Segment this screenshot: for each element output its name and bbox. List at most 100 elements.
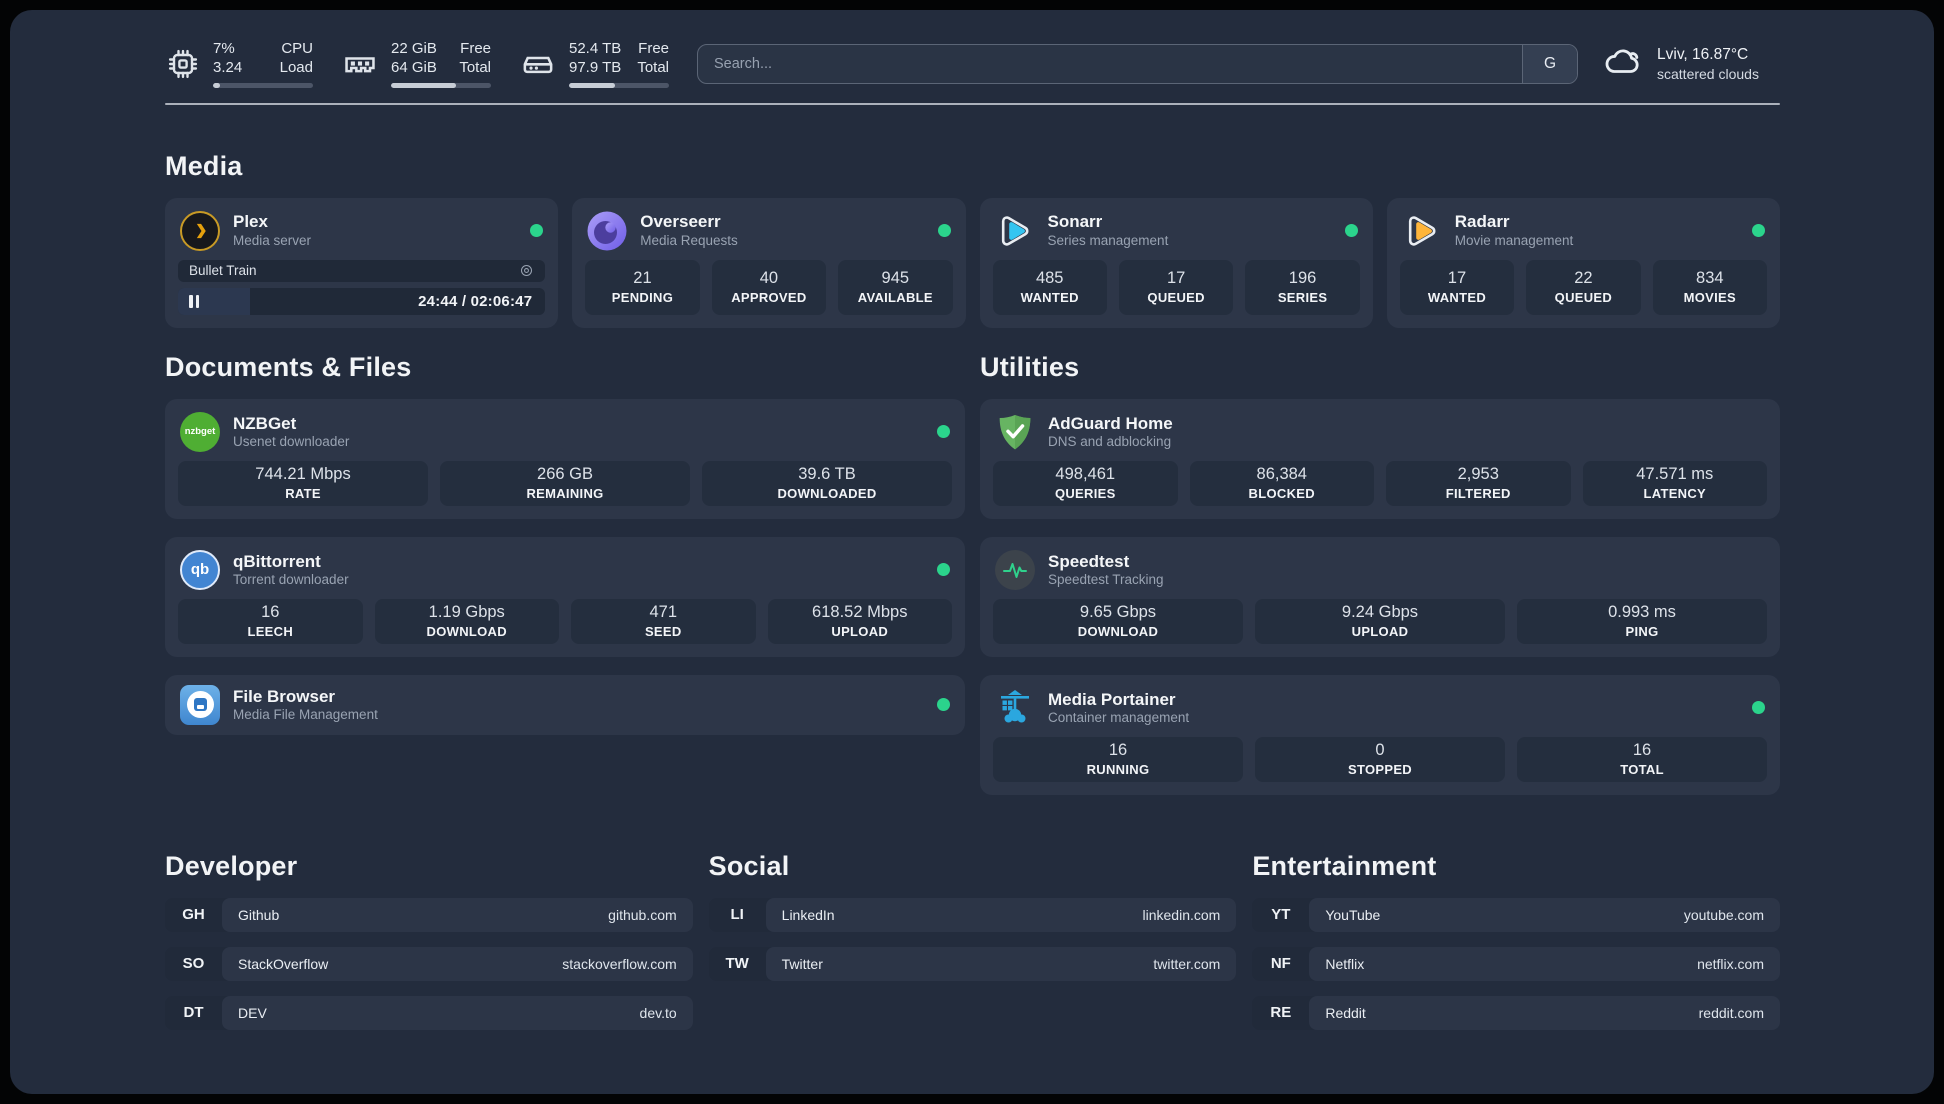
bookmark-abbr: SO <box>182 955 205 973</box>
stat-label: DOWNLOADED <box>777 486 877 502</box>
utilities-column: Utilities AdGuard Home DNS and adblockin… <box>980 352 1780 795</box>
card-radarr[interactable]: Radarr Movie management 17 WANTED 22 QUEUE… <box>1386 197 1780 328</box>
service-subtitle: Torrent downloader <box>233 571 349 587</box>
stat-label: DOWNLOAD <box>1077 624 1159 640</box>
stat-label: SEED <box>644 624 682 640</box>
card-speedtest[interactable]: Speedtest Speedtest Tracking 9.65 Gbps DO… <box>980 536 1780 657</box>
disc-icon[interactable] <box>519 263 534 278</box>
cpu-progress-track <box>213 82 313 88</box>
stat-label: QUERIES <box>1054 486 1116 502</box>
search-engine-label: G <box>1543 54 1557 72</box>
pause-icon[interactable] <box>189 294 199 308</box>
bookmark-netflix[interactable]: NF Netflix netflix.com <box>1252 946 1780 981</box>
service-subtitle: Series management <box>1047 232 1169 248</box>
stat-value: 266 GB <box>537 465 593 484</box>
card-filebrowser[interactable]: File Browser Media File Management <box>165 674 965 735</box>
search-bar[interactable]: G <box>697 43 1578 84</box>
bookmark-url: youtube.com <box>1683 906 1764 923</box>
stat-value: 86,384 <box>1256 465 1307 484</box>
stat-label: LATENCY <box>1643 486 1707 502</box>
stat-tile: 0.993 ms PING <box>1517 598 1767 644</box>
disk-stat: 52.4 TB 97.9 TB Free Total <box>519 40 669 88</box>
bookmark-stackoverflow[interactable]: SO StackOverflow stackoverflow.com <box>165 946 693 981</box>
stat-tile: 834 MOVIES <box>1652 259 1768 315</box>
bookmark-url: netflix.com <box>1697 955 1764 972</box>
stat-value: 485 <box>1035 269 1064 288</box>
stat-tile: 2,953 FILTERED <box>1386 460 1571 506</box>
stat-value: 196 <box>1288 269 1317 288</box>
stat-label: STOPPED <box>1348 762 1412 778</box>
stat-value: 21 <box>633 269 652 288</box>
stat-tile: 17 QUEUED <box>1118 259 1234 315</box>
bookmark-url: stackoverflow.com <box>562 955 677 972</box>
bookmark-abbr: DT <box>183 1004 204 1022</box>
section-title-developer: Developer <box>165 850 298 881</box>
stat-value: 2,953 <box>1457 465 1499 484</box>
disk-total-value: 97.9 TB <box>569 58 622 76</box>
card-sonarr[interactable]: Sonarr Series management 485 WANTED 17 QUE… <box>979 197 1373 328</box>
cpu-load-value: 3.24 <box>213 58 243 76</box>
bookmark-abbr: GH <box>182 906 205 924</box>
stat-label: UPLOAD <box>831 624 889 640</box>
service-name: qBittorrent <box>233 551 321 571</box>
stat-tile: 485 WANTED <box>992 259 1107 315</box>
overseerr-icon <box>587 211 627 251</box>
adguard-icon <box>995 412 1035 452</box>
bookmarks-grid: Developer GH Github github.com SO StackOv… <box>165 851 1780 1030</box>
stat-tile: 0 STOPPED <box>1255 736 1505 782</box>
developer-column: Developer GH Github github.com SO StackOv… <box>165 851 693 1030</box>
playback-progress-bar[interactable]: 24:44 / 02:06:47 <box>178 287 546 315</box>
stat-value: 47.571 ms <box>1636 465 1714 484</box>
bookmark-twitter[interactable]: TW Twitter twitter.com <box>708 946 1237 981</box>
bookmark-linkedin[interactable]: LI LinkedIn linkedin.com <box>708 897 1237 932</box>
stat-label: UPLOAD <box>1351 624 1409 640</box>
bookmark-name: Github <box>238 906 280 923</box>
card-nzbget[interactable]: nzbget NZBGet Usenet downloader 744.21 M… <box>165 398 965 519</box>
status-dot <box>1752 701 1765 715</box>
now-playing-title: Bullet Train <box>189 263 257 279</box>
radarr-icon <box>1402 211 1442 251</box>
search-input[interactable] <box>698 44 1522 83</box>
bookmark-name: Twitter <box>781 955 823 972</box>
stat-tile: 16 RUNNING <box>993 736 1243 782</box>
stat-label: LEECH <box>247 624 294 640</box>
search-engine-button[interactable]: G <box>1522 44 1577 83</box>
bookmark-dev[interactable]: DT DEV dev.to <box>165 995 693 1030</box>
stat-tile: 9.65 Gbps DOWNLOAD <box>993 598 1243 644</box>
stat-value: 744.21 Mbps <box>255 465 351 484</box>
stat-value: 0.993 ms <box>1608 603 1676 622</box>
bookmark-abbr: TW <box>725 955 749 973</box>
service-name: Plex <box>233 212 268 232</box>
bookmark-abbr: RE <box>1270 1004 1292 1022</box>
card-portainer[interactable]: Media Portainer Container management 16 R… <box>980 674 1780 795</box>
bookmark-abbr: YT <box>1271 906 1291 924</box>
stat-tile: 17 WANTED <box>1399 259 1515 315</box>
section-title-utilities: Utilities <box>980 351 1080 382</box>
weather-location-temp: Lviv, 16.87°C <box>1657 45 1749 63</box>
bookmark-name: LinkedIn <box>781 906 835 923</box>
stat-label: QUEUED <box>1554 290 1613 306</box>
bookmark-name: StackOverflow <box>238 955 329 972</box>
service-name: Sonarr <box>1047 212 1103 232</box>
card-adguard[interactable]: AdGuard Home DNS and adblocking 498,461 Q… <box>980 398 1780 519</box>
card-qbittorrent[interactable]: qb qBittorrent Torrent downloader 16 LEEC… <box>165 536 965 657</box>
card-overseerr[interactable]: Overseerr Media Requests 21 PENDING 40 APP… <box>572 197 966 328</box>
status-dot <box>937 698 950 712</box>
stat-tile: 744.21 Mbps RATE <box>178 460 428 506</box>
weather-condition: scattered clouds <box>1657 65 1759 82</box>
card-plex[interactable]: Plex Media server Bullet Train 24:44 / 0… <box>165 197 559 328</box>
dashboard-frame: 7% 3.24 CPU Load 22 GiB 64 GiB Free Tota… <box>10 10 1934 1094</box>
stat-label: PENDING <box>611 290 674 306</box>
bookmark-youtube[interactable]: YT YouTube youtube.com <box>1252 897 1780 932</box>
stat-value: 16 <box>1632 741 1652 760</box>
stat-value: 40 <box>759 269 779 288</box>
bookmark-reddit[interactable]: RE Reddit reddit.com <box>1252 995 1780 1030</box>
service-subtitle: DNS and adblocking <box>1048 433 1172 449</box>
section-title-social: Social <box>708 850 790 881</box>
bookmark-url: dev.to <box>639 1004 677 1021</box>
bookmark-name: DEV <box>238 1004 267 1021</box>
memory-total-label: Total <box>459 58 491 76</box>
bookmark-github[interactable]: GH Github github.com <box>165 897 693 932</box>
status-dot <box>937 224 951 238</box>
bookmark-url: github.com <box>608 906 677 923</box>
